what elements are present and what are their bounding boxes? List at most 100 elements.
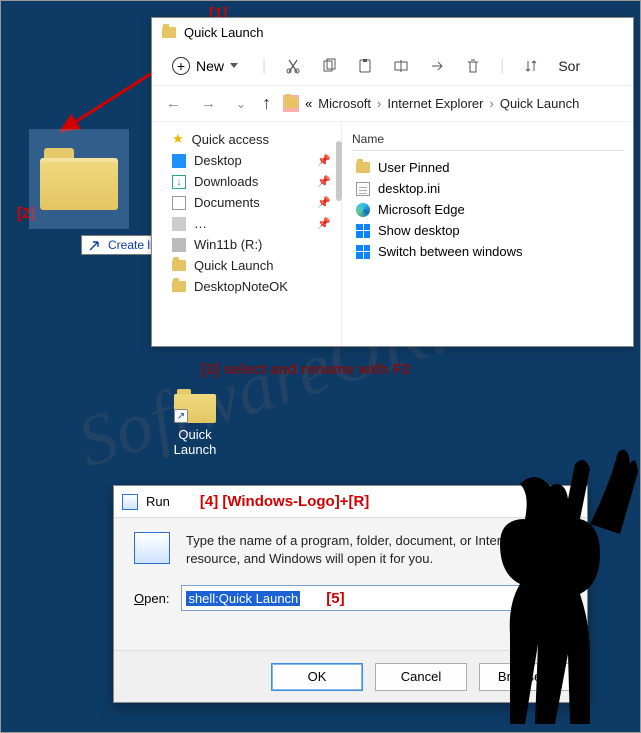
file-row[interactable]: Switch between windows <box>352 241 623 262</box>
paste-icon[interactable] <box>356 57 374 75</box>
history-chevron-icon[interactable]: ⌄ <box>232 95 250 113</box>
chevron-right-icon: › <box>377 96 381 111</box>
rename-icon[interactable] <box>392 57 410 75</box>
window-title: Quick Launch <box>184 25 264 40</box>
run-titlebar[interactable]: Run [4] [Windows-Logo]+[R] ✕ <box>114 486 587 518</box>
desktop-icon <box>172 154 186 168</box>
nav-desktopnoteok[interactable]: DesktopNoteOK <box>152 276 341 297</box>
showdesktop-icon <box>356 224 370 238</box>
downloads-icon: ↓ <box>172 175 186 189</box>
browse-button[interactable]: Browse... <box>479 663 571 691</box>
separator: | <box>500 57 504 75</box>
sort-icon[interactable] <box>522 57 540 75</box>
file-row[interactable]: desktop.ini <box>352 178 623 199</box>
breadcrumb-item[interactable]: Quick Launch <box>500 96 580 111</box>
nav-label: Downloads <box>194 174 258 189</box>
explorer-filelist: Name User Pinned desktop.ini Microsoft E… <box>342 122 633 346</box>
folder-icon <box>162 27 176 38</box>
file-name: Show desktop <box>378 223 460 238</box>
new-button[interactable]: + New <box>166 54 244 78</box>
pin-icon: 📌 <box>317 175 331 188</box>
breadcrumb-item[interactable]: Microsoft <box>318 96 371 111</box>
separator: | <box>262 57 266 75</box>
new-button-label: New <box>196 58 224 74</box>
file-row[interactable]: Show desktop <box>352 220 623 241</box>
explorer-titlebar[interactable]: Quick Launch <box>152 18 633 46</box>
folder-icon <box>356 162 370 173</box>
desktop-drop-target[interactable] <box>29 129 129 229</box>
pin-icon: 📌 <box>317 196 331 209</box>
nav-label: … <box>194 216 207 231</box>
file-name: User Pinned <box>378 160 450 175</box>
folder-icon <box>40 148 118 210</box>
shortcut-overlay-icon: ↗ <box>174 409 188 423</box>
forward-button[interactable]: → <box>197 93 220 114</box>
pin-icon: 📌 <box>317 154 331 167</box>
run-large-icon <box>134 532 170 564</box>
up-button[interactable]: ↑ <box>262 93 271 114</box>
column-header-name[interactable]: Name <box>352 128 623 151</box>
nav-label: Desktop <box>194 153 242 168</box>
nav-quick-access[interactable]: ★Quick access <box>152 128 341 150</box>
nav-item[interactable]: …📌 <box>152 213 341 234</box>
file-name: desktop.ini <box>378 181 440 196</box>
ini-file-icon <box>356 182 370 196</box>
sort-label[interactable]: Sor <box>558 58 580 74</box>
open-label: Open: <box>134 591 169 606</box>
chevron-right-icon: › <box>489 96 493 111</box>
delete-icon[interactable] <box>464 57 482 75</box>
cut-icon[interactable] <box>284 57 302 75</box>
file-row[interactable]: User Pinned <box>352 157 623 178</box>
breadcrumb-pre: « <box>305 96 312 111</box>
run-message: Type the name of a program, folder, docu… <box>186 532 567 567</box>
nav-label: Win11b (R:) <box>194 237 262 252</box>
explorer-toolbar: + New | | Sor <box>152 46 633 86</box>
run-icon <box>122 494 138 510</box>
documents-icon <box>172 196 186 210</box>
explorer-navpane: ★Quick access Desktop 📌 ↓ Downloads 📌 Docum… <box>152 122 342 346</box>
annotation-3: [3] select and rename with F2 <box>201 361 410 378</box>
annotation-5: [5] <box>326 590 344 607</box>
nav-label: Quick Launch <box>194 258 274 273</box>
shortcut-label: Quick Launch <box>159 427 231 457</box>
nav-downloads[interactable]: ↓ Downloads 📌 <box>152 171 341 192</box>
file-name: Microsoft Edge <box>378 202 465 217</box>
folder-icon <box>283 95 299 112</box>
desktop-shortcut[interactable]: ↗ Quick Launch <box>159 389 231 457</box>
drive-icon <box>172 238 186 252</box>
run-body: Type the name of a program, folder, docu… <box>114 518 587 650</box>
explorer-addressbar: ← → ⌄ ↑ « Microsoft › Internet Explorer … <box>152 86 633 122</box>
nav-label: DesktopNoteOK <box>194 279 288 294</box>
nav-quicklaunch[interactable]: Quick Launch <box>152 255 341 276</box>
folder-icon <box>172 281 186 292</box>
nav-win11b[interactable]: Win11b (R:) <box>152 234 341 255</box>
nav-documents[interactable]: Documents📌 <box>152 192 341 213</box>
folder-icon <box>172 260 186 271</box>
edge-icon <box>356 203 370 217</box>
run-buttonrow: OK Cancel Browse... <box>114 650 587 702</box>
folder-icon: ↗ <box>174 389 216 423</box>
star-icon: ★ <box>172 131 184 147</box>
close-button[interactable]: ✕ <box>543 488 579 516</box>
nav-desktop[interactable]: Desktop 📌 <box>152 150 341 171</box>
switchwindows-icon <box>356 245 370 259</box>
breadcrumb[interactable]: « Microsoft › Internet Explorer › Quick … <box>283 95 579 112</box>
run-title-text: Run <box>146 494 170 509</box>
run-dialog: Run [4] [Windows-Logo]+[R] ✕ Type the na… <box>113 485 588 703</box>
file-row[interactable]: Microsoft Edge <box>352 199 623 220</box>
explorer-body: ★Quick access Desktop 📌 ↓ Downloads 📌 Docum… <box>152 122 633 346</box>
pin-icon: 📌 <box>317 217 331 230</box>
copy-icon[interactable] <box>320 57 338 75</box>
open-input-value: shell:Quick Launch <box>186 591 300 606</box>
scrollbar[interactable] <box>336 141 342 201</box>
shortcut-arrow-icon <box>88 238 102 252</box>
plus-icon: + <box>172 57 190 75</box>
back-button[interactable]: ← <box>162 93 185 114</box>
cancel-button[interactable]: Cancel <box>375 663 467 691</box>
file-name: Switch between windows <box>378 244 523 259</box>
explorer-window: Quick Launch + New | | Sor ← → ⌄ ↑ « Mic… <box>151 17 634 347</box>
open-input[interactable]: shell:Quick Launch [5] <box>181 585 567 611</box>
breadcrumb-item[interactable]: Internet Explorer <box>387 96 483 111</box>
ok-button[interactable]: OK <box>271 663 363 691</box>
share-icon[interactable] <box>428 57 446 75</box>
